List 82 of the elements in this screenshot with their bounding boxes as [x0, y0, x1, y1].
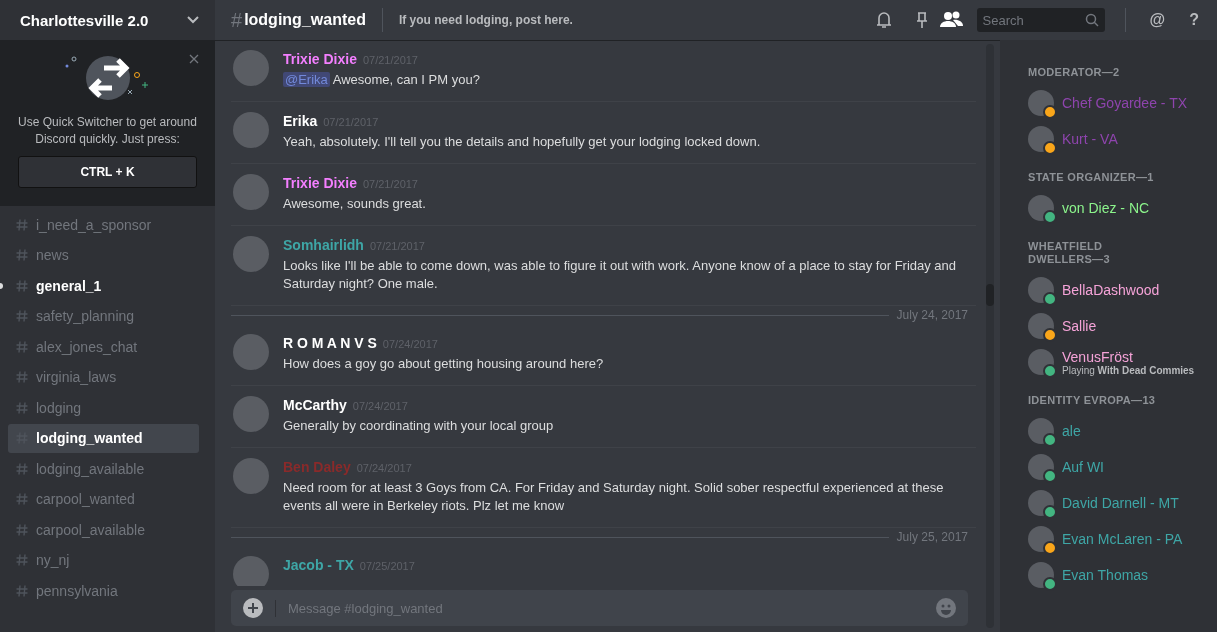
- hash-icon: [16, 523, 28, 536]
- channel-item[interactable]: ny_nj: [8, 545, 199, 575]
- hash-symbol: #: [231, 8, 243, 32]
- header-action-button[interactable]: @: [1141, 11, 1174, 29]
- hash-icon: [16, 462, 28, 475]
- channel-item[interactable]: general_1: [8, 271, 199, 300]
- member-group-title: MODERATOR—2: [1028, 66, 1121, 79]
- hash-icon: [16, 249, 28, 261]
- channel-topic: If you need lodging, post here.: [398, 13, 574, 27]
- hash-icon: [16, 401, 28, 414]
- message-text: Awesome, sounds great.: [283, 195, 426, 213]
- message-text: Looks like I'll be able to come down, was able to figure it out with work. Anyone know of a place to stay for Friday and Saturday night? One male.: [283, 257, 958, 293]
- date-divider: July 24, 2017: [896, 308, 968, 322]
- avatar-placeholder[interactable]: [1028, 195, 1054, 221]
- chevron-down-icon[interactable]: [187, 16, 199, 24]
- member-group-title: WHEATFIELD DWELLERS—3: [1028, 240, 1111, 266]
- avatar-placeholder[interactable]: [1028, 90, 1054, 116]
- channel-item[interactable]: lodging_available: [8, 454, 199, 483]
- message-text: @Erika Awesome, can I PM you?: [283, 71, 480, 89]
- channel-item[interactable]: alex_jones_chat: [8, 332, 199, 361]
- message-author[interactable]: Erika: [283, 113, 318, 129]
- member-name[interactable]: David Darnell - MT: [1062, 495, 1179, 511]
- plus-icon[interactable]: [243, 598, 263, 618]
- message-author[interactable]: Jacob - TX: [283, 557, 354, 573]
- message-author[interactable]: Somhairlidh: [283, 237, 364, 253]
- message-text: Generally by coordinating with your local group: [283, 417, 554, 435]
- avatar-placeholder[interactable]: [1028, 526, 1054, 552]
- search-field[interactable]: Search: [976, 8, 1105, 32]
- avatar-placeholder[interactable]: [1028, 490, 1054, 516]
- channel-title: lodging_wanted: [244, 11, 366, 29]
- date-divider: July 25, 2017: [896, 530, 968, 544]
- member-name[interactable]: Evan Thomas: [1062, 567, 1149, 583]
- hash-icon: [16, 371, 28, 383]
- channel-item[interactable]: i_need_a_sponsor: [8, 210, 199, 239]
- channel-item[interactable]: safety_planning: [8, 301, 199, 331]
- message-author[interactable]: McCarthy: [283, 397, 347, 413]
- member-name[interactable]: ale: [1062, 423, 1081, 439]
- hash-icon: [16, 493, 28, 505]
- channel-item[interactable]: lodging: [8, 393, 199, 422]
- avatar-placeholder[interactable]: [1028, 418, 1054, 444]
- shortcut-button[interactable]: CTRL + K: [18, 156, 197, 188]
- channel-item[interactable]: carpool_wanted: [8, 484, 199, 514]
- members-icon[interactable]: [938, 10, 965, 30]
- member-name[interactable]: Evan McLaren - PA: [1062, 531, 1183, 547]
- message-author[interactable]: R O M A N V S: [283, 335, 377, 351]
- member-group-title: IDENTITY EVROPA—13: [1028, 394, 1157, 407]
- member-activity: Playing With Dead Commies: [1062, 364, 1195, 376]
- channel-item[interactable]: virginia_laws: [8, 362, 199, 392]
- avatar-placeholder[interactable]: [1028, 277, 1054, 303]
- close-icon[interactable]: [189, 54, 199, 64]
- channel-item[interactable]: lodging_wanted: [8, 423, 199, 453]
- avatar-placeholder[interactable]: [1028, 454, 1054, 480]
- hash-icon: [16, 554, 28, 566]
- hash-icon: [16, 279, 28, 292]
- avatar-placeholder[interactable]: [1028, 126, 1054, 152]
- member-name[interactable]: VenusFröst: [1062, 348, 1195, 365]
- avatar-placeholder[interactable]: [1028, 313, 1054, 339]
- scrollbar[interactable]: [986, 44, 994, 628]
- member-name[interactable]: Auf WI: [1062, 459, 1104, 475]
- member-group-title: STATE ORGANIZER—1: [1028, 171, 1155, 184]
- channel-item[interactable]: news: [8, 240, 199, 270]
- hash-icon: [16, 310, 28, 322]
- header-action-button[interactable]: ?: [1181, 11, 1207, 29]
- message-author[interactable]: Trixie Dixie: [283, 51, 357, 67]
- avatar-placeholder[interactable]: [1028, 349, 1054, 375]
- member-name[interactable]: von Diez - NC: [1062, 200, 1150, 216]
- channel-item[interactable]: pennsylvania: [8, 576, 199, 605]
- channel-item[interactable]: carpool_available: [8, 515, 199, 544]
- avatar-placeholder[interactable]: [1028, 562, 1054, 588]
- member-name[interactable]: BellaDashwood: [1062, 282, 1160, 298]
- message-text: Need room for at least 3 Goys from CA. For Friday and Saturday night. Solid sober respectful experienced at these events all were in Berkeley riots. Plz let me know: [283, 479, 945, 515]
- server-name[interactable]: Charlottesville 2.0: [20, 11, 149, 29]
- mention-link[interactable]: @Erika: [283, 72, 330, 87]
- message-text: Yeah, absolutely. I'll tell you the details and hopefully get your lodging locked down.: [283, 133, 761, 151]
- hash-icon: [16, 218, 28, 231]
- hash-icon: [16, 340, 28, 353]
- message-author[interactable]: Trixie Dixie: [283, 175, 357, 191]
- message-text: How does a goy go about getting housing around here?: [283, 355, 604, 373]
- search-icon: [1084, 13, 1099, 27]
- member-name[interactable]: Sallie: [1062, 318, 1097, 334]
- hash-icon: [16, 584, 28, 597]
- quick-switcher-hint: Use Quick Switcher to get around Discord quickly. Just press:: [18, 114, 197, 148]
